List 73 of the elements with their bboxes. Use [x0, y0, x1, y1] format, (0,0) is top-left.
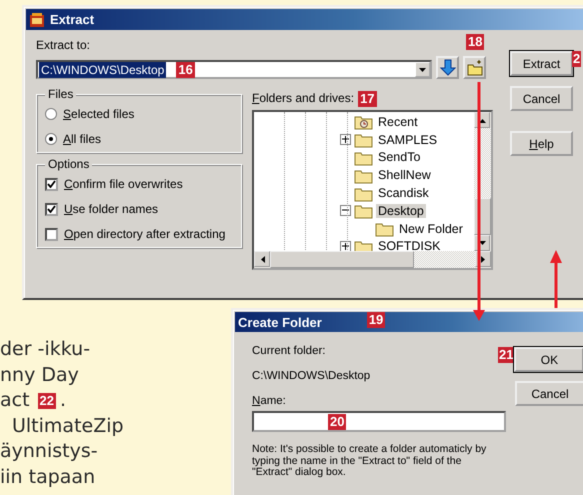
- radio-button[interactable]: [45, 108, 57, 120]
- tree-item[interactable]: Recent: [376, 114, 420, 129]
- window-title: Extract: [50, 12, 94, 27]
- article-text: nny Day: [0, 362, 79, 388]
- tree-item[interactable]: SAMPLES: [376, 132, 440, 147]
- number-callout: 19: [366, 312, 386, 328]
- number-callout: 17: [358, 91, 377, 107]
- note-text: Note: It's possible to create a folder automaticly by typing the name in the "Extract to" field of the "Extract" dialog box.: [252, 444, 488, 478]
- number-callout: 20: [328, 414, 346, 430]
- caret-icon: [418, 66, 427, 72]
- scroll-left-button[interactable]: [254, 251, 270, 267]
- field-label: Name:: [252, 395, 286, 408]
- field-label: Extract to:: [36, 38, 90, 52]
- plus-icon: [341, 242, 350, 251]
- field-label: Folders and drives:: [252, 91, 354, 105]
- number-callout: 16: [176, 62, 195, 78]
- option-label: Use folder names: [64, 202, 158, 216]
- tree-item[interactable]: Desktop: [376, 204, 426, 218]
- path-value: C:\WINDOWS\Desktop: [39, 62, 166, 78]
- expand-box[interactable]: [340, 240, 351, 252]
- new-folder-icon: [466, 59, 482, 76]
- scroll-thumb[interactable]: [270, 251, 414, 268]
- path-combo-box[interactable]: C:\WINDOWS\Desktop 16: [36, 60, 432, 79]
- option-label: All files: [63, 132, 102, 146]
- tree-item[interactable]: ShellNew: [376, 168, 433, 182]
- dialog-button[interactable]: OK: [514, 347, 583, 372]
- tree-item[interactable]: SOFTDISK: [376, 239, 443, 254]
- archive-icon: [29, 12, 45, 28]
- checkbox[interactable]: [45, 202, 58, 216]
- dropdown-button[interactable]: [415, 62, 430, 77]
- checkmark-icon: [47, 180, 56, 188]
- horizontal-scrollbar[interactable]: [254, 251, 491, 268]
- option-label: Confirm file overwrites: [64, 177, 183, 191]
- article-text: act: [0, 388, 30, 414]
- down-arrow-button[interactable]: [436, 56, 459, 79]
- checkbox[interactable]: [45, 228, 58, 240]
- article-text: .: [60, 388, 66, 414]
- number-callout: 18: [466, 34, 484, 50]
- dialog-button[interactable]: Extract: [510, 51, 573, 76]
- number-callout: 21: [498, 347, 514, 363]
- tree-item[interactable]: SendTo: [376, 150, 422, 164]
- article-text: UltimateZip: [12, 414, 124, 439]
- checkbox[interactable]: [45, 178, 58, 190]
- folder-path: C:\WINDOWS\Desktop: [252, 370, 370, 383]
- tree-item[interactable]: New Folder: [397, 222, 465, 236]
- article-text: der -ikku-: [0, 337, 90, 362]
- left-arrow-icon: [260, 256, 264, 262]
- name-input-field[interactable]: 20: [252, 411, 506, 432]
- right-arrow-icon: [480, 256, 486, 262]
- radio-button[interactable]: [45, 133, 57, 145]
- number-callout: 2: [572, 51, 582, 67]
- option-label: Open directory after extracting: [64, 227, 226, 241]
- up-arrow-icon: [478, 118, 486, 122]
- collapse-box[interactable]: [340, 205, 351, 216]
- down-arrow-icon: [440, 59, 456, 76]
- dialog-button[interactable]: Help: [510, 131, 573, 156]
- down-arrow-icon: [478, 240, 486, 246]
- checkmark-icon: [47, 205, 56, 213]
- number-callout: 22: [38, 392, 56, 409]
- new-folder-button[interactable]: [463, 56, 486, 79]
- field-label: Current folder:: [252, 345, 326, 358]
- arrow: [550, 250, 562, 308]
- article-text: äynnistys-: [0, 439, 98, 464]
- group-title: Options: [45, 157, 92, 171]
- dialog-button[interactable]: Cancel: [515, 381, 583, 406]
- dialog-button[interactable]: Cancel: [510, 86, 573, 111]
- window-title: Create Folder: [238, 314, 322, 330]
- option-label: Selected files: [63, 107, 134, 121]
- tree-item[interactable]: Scandisk: [376, 186, 431, 200]
- group-title: Files: [45, 87, 76, 101]
- plus-icon: [341, 135, 350, 144]
- article-text: iin tapaan: [0, 464, 96, 490]
- expand-box[interactable]: [340, 134, 351, 146]
